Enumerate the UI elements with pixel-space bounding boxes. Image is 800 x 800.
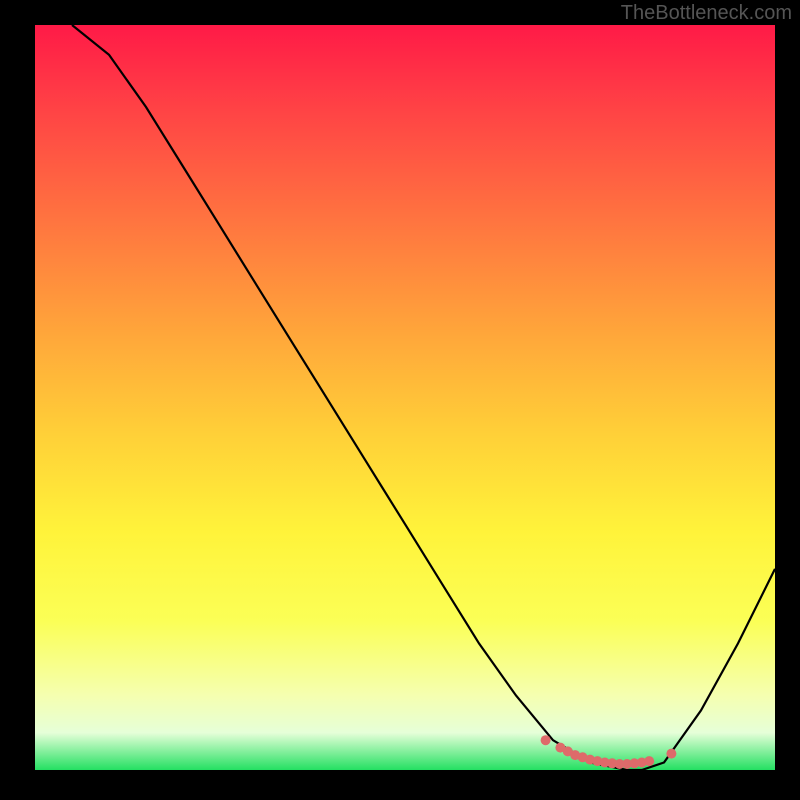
optimal-region-dots [541, 735, 677, 769]
plot-area [35, 25, 775, 770]
chart-container: TheBottleneck.com [0, 0, 800, 800]
curve-svg [35, 25, 775, 770]
watermark-text: TheBottleneck.com [621, 2, 792, 25]
bottleneck-curve [72, 25, 775, 770]
